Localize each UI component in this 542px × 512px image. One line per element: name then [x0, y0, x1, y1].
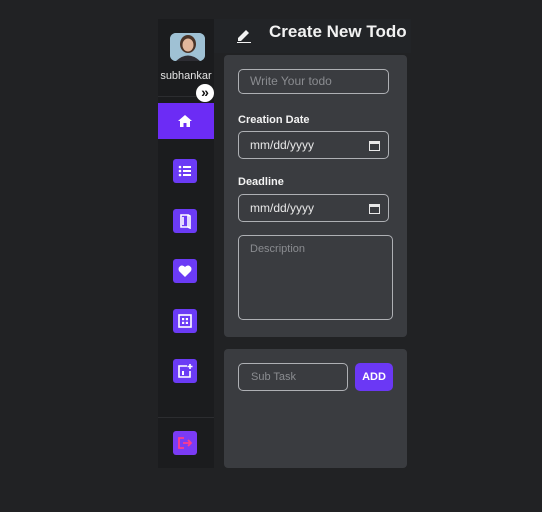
creation-date-input[interactable]: mm/dd/yyyy — [238, 131, 389, 159]
sidebar-item-add-event[interactable] — [158, 353, 214, 389]
sidebar-item-dashboard[interactable] — [158, 303, 214, 339]
home-icon — [173, 109, 197, 133]
todo-form-card: Write Your todo Creation Date mm/dd/yyyy… — [224, 55, 407, 337]
add-subtask-button[interactable]: ADD — [355, 363, 393, 391]
edit-icon — [237, 30, 251, 43]
sidebar-item-home[interactable] — [158, 103, 214, 139]
logout-button[interactable] — [158, 425, 214, 461]
heart-icon — [173, 259, 197, 283]
expand-sidebar-button[interactable]: » — [196, 84, 214, 102]
sidebar: subhankar » — [158, 19, 214, 468]
page-header: Create New Todo — [214, 19, 411, 53]
sidebar-item-favorites[interactable] — [158, 253, 214, 289]
subtask-input[interactable]: Sub Task — [238, 363, 348, 391]
list-icon — [173, 159, 197, 183]
creation-date-label: Creation Date — [238, 114, 310, 126]
calendar-icon[interactable] — [369, 203, 380, 214]
book-icon — [173, 209, 197, 233]
deadline-label: Deadline — [238, 176, 284, 188]
description-textarea[interactable]: Description — [238, 235, 393, 320]
calendar-plus-icon — [173, 359, 197, 383]
deadline-value: mm/dd/yyyy — [250, 201, 315, 215]
sidebar-item-journal[interactable] — [158, 203, 214, 239]
logout-icon — [173, 431, 197, 455]
todo-title-input[interactable]: Write Your todo — [238, 69, 389, 94]
subtask-card: Sub Task ADD — [224, 349, 407, 468]
username: subhankar — [160, 70, 212, 82]
page-title: Create New Todo — [269, 22, 407, 41]
avatar[interactable] — [170, 33, 205, 61]
deadline-input[interactable]: mm/dd/yyyy — [238, 194, 389, 222]
creation-date-value: mm/dd/yyyy — [250, 138, 315, 152]
calendar-icon[interactable] — [369, 140, 380, 151]
grid-icon — [173, 309, 197, 333]
sidebar-divider — [158, 417, 214, 418]
sidebar-item-list[interactable] — [158, 153, 214, 189]
